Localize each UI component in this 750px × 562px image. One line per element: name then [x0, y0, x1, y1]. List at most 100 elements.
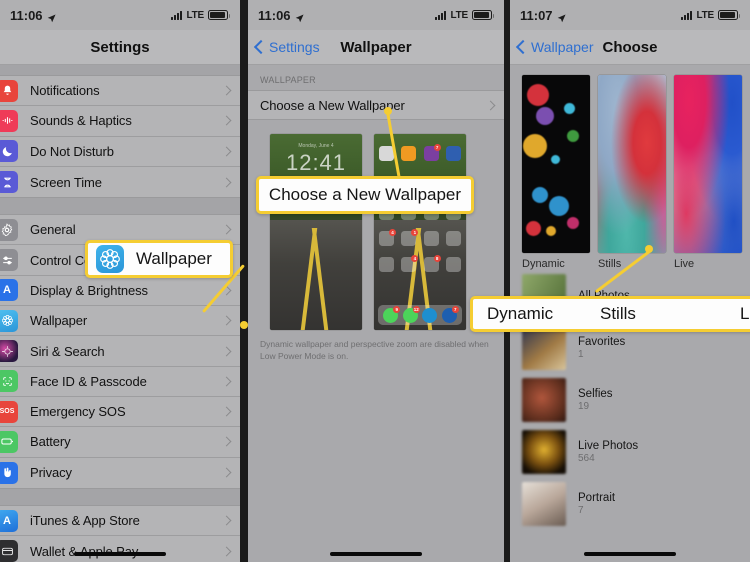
battery-icon [208, 10, 230, 20]
album-row-portrait[interactable]: Portrait 7 [510, 478, 750, 530]
wallpaper-body: WALLPAPER Choose a New Wallpaper Monday,… [248, 65, 504, 562]
back-button-settings[interactable]: Settings [253, 30, 320, 64]
chevron-right-icon [221, 177, 232, 187]
album-count: 7 [578, 505, 584, 516]
nav-bar-choose: Wallpaper Choose [510, 30, 750, 65]
app-icon [401, 146, 417, 161]
badge: 7 [433, 144, 441, 151]
icon-glyph: A [3, 514, 11, 527]
app-folder: 8 [423, 255, 441, 272]
app-folder [445, 257, 461, 272]
signal-bars-icon [435, 10, 447, 20]
chevron-left-icon [253, 39, 269, 55]
callout-label: Choose a New Wallpaper [268, 185, 462, 204]
album-text: Favorites 1 [578, 336, 625, 360]
chevron-right-icon [221, 146, 232, 157]
thumb-label-live: Live [674, 258, 695, 270]
album-row-live-photos[interactable]: Live Photos 564 [510, 426, 750, 478]
app-icon [379, 146, 394, 161]
sounds-haptics-icon [0, 109, 18, 132]
chevron-right-icon [221, 436, 232, 447]
bokeh-circle [527, 83, 550, 106]
app-icon [445, 146, 461, 161]
sidebar-item-face-id-passcode[interactable]: Face ID & Passcode [0, 367, 240, 397]
general-icon [0, 218, 18, 241]
sidebar-item-privacy[interactable]: Privacy [0, 458, 240, 488]
app-folder [379, 257, 394, 272]
bokeh-circle [535, 107, 554, 126]
home-screen-preview[interactable]: 7 8 2 13 2 4 1 [374, 134, 466, 330]
app-row: 7 [379, 144, 461, 161]
row-label: Choose a New Wallpaper [260, 97, 405, 113]
status-bar-2: 11:06 LTE [248, 0, 504, 30]
album-name: Portrait [578, 492, 616, 504]
album-text: Portrait 7 [578, 492, 615, 516]
bokeh-circle [550, 155, 560, 165]
status-time: 11:06 [10, 7, 43, 23]
chevron-right-icon [485, 100, 496, 110]
sidebar-item-notifications[interactable]: Notifications [0, 76, 240, 107]
sidebar-item-siri-search[interactable]: Siri & Search [0, 336, 240, 367]
phone-panel-choose: 11:07 LTE Wallpaper Choose Dynamic Still… [510, 0, 750, 562]
lock-clock: 12:41 [285, 150, 347, 175]
album-thumbnail [522, 326, 566, 370]
chevron-right-icon [221, 115, 232, 126]
sidebar-item-battery[interactable]: Battery [0, 427, 240, 458]
screenshot-stage: 11:06 LTE Settings Notifications Sounds … [0, 0, 750, 562]
back-button-wallpaper[interactable]: Wallpaper [515, 30, 594, 64]
row-label: General [30, 222, 76, 238]
app-folder: 4 [379, 229, 396, 246]
row-label: Privacy [30, 465, 72, 481]
row-label: Display & Brightness [30, 282, 148, 298]
app-folder [423, 231, 439, 246]
location-arrow-icon [557, 11, 566, 22]
lock-screen-preview[interactable]: Monday, June 4 12:41 [270, 134, 362, 330]
outlook-icon: 7 [441, 305, 459, 323]
app-icon: 7 [423, 144, 441, 161]
display-brightness-icon: A [0, 279, 18, 302]
app-row: 4 8 [379, 255, 461, 272]
album-thumbnail [522, 378, 566, 422]
wallpaper-type-thumbnails [510, 65, 750, 253]
wallpaper-type-stills[interactable] [598, 75, 666, 253]
row-label: Battery [30, 434, 71, 450]
chevron-right-icon [221, 85, 232, 96]
do-not-disturb-icon [0, 140, 18, 163]
callout-wallpaper: Wallpaper [85, 240, 233, 278]
callout-wallpaper-types: Dynamic Stills Live [470, 296, 750, 332]
sidebar-item-emergency-sos[interactable]: SOS Emergency SOS [0, 397, 240, 428]
callout-label: Wallpaper [136, 249, 212, 268]
carrier-label: LTE [450, 9, 468, 21]
badge: 1 [411, 229, 419, 236]
album-text: Live Photos 564 [578, 440, 638, 464]
album-row-selfies[interactable]: Selfies 19 [510, 374, 750, 426]
sidebar-item-display-brightness[interactable]: A Display & Brightness [0, 276, 240, 307]
sidebar-item-sounds-haptics[interactable]: Sounds & Haptics [0, 106, 240, 137]
callout-label-stills: Stills [600, 304, 636, 323]
battery-settings-icon [0, 430, 18, 453]
sidebar-item-do-not-disturb[interactable]: Do Not Disturb [0, 137, 240, 167]
home-indicator [584, 552, 676, 556]
home-indicator [74, 552, 166, 556]
bokeh-circle [549, 196, 570, 217]
signal-bars-icon [681, 10, 693, 20]
bokeh-circle [546, 226, 557, 237]
choose-new-wallpaper-row[interactable]: Choose a New Wallpaper [248, 90, 504, 120]
sidebar-item-itunes-app-store[interactable]: A iTunes & App Store [0, 506, 240, 537]
nav-bar-wallpaper: Settings Wallpaper [248, 30, 504, 65]
row-label: Face ID & Passcode [30, 373, 147, 389]
back-label: Wallpaper [531, 39, 594, 55]
location-arrow-icon [47, 11, 56, 22]
page-title: Wallpaper [340, 38, 412, 56]
wallpaper-type-live[interactable] [674, 75, 742, 253]
sidebar-item-wallet-apple-pay[interactable]: Wallet & Apple Pay [0, 536, 240, 562]
wallpaper-type-dynamic[interactable] [522, 75, 590, 253]
home-indicator [330, 552, 422, 556]
sidebar-item-screen-time[interactable]: Screen Time [0, 167, 240, 197]
callout-anchor-dot-wallpaper [240, 321, 248, 329]
callout-anchor-dot-choose [384, 107, 392, 115]
status-bar-3: 11:07 LTE [510, 0, 750, 30]
chevron-right-icon [221, 515, 232, 526]
album-count: 19 [578, 401, 590, 412]
page-title: Settings [90, 38, 150, 56]
